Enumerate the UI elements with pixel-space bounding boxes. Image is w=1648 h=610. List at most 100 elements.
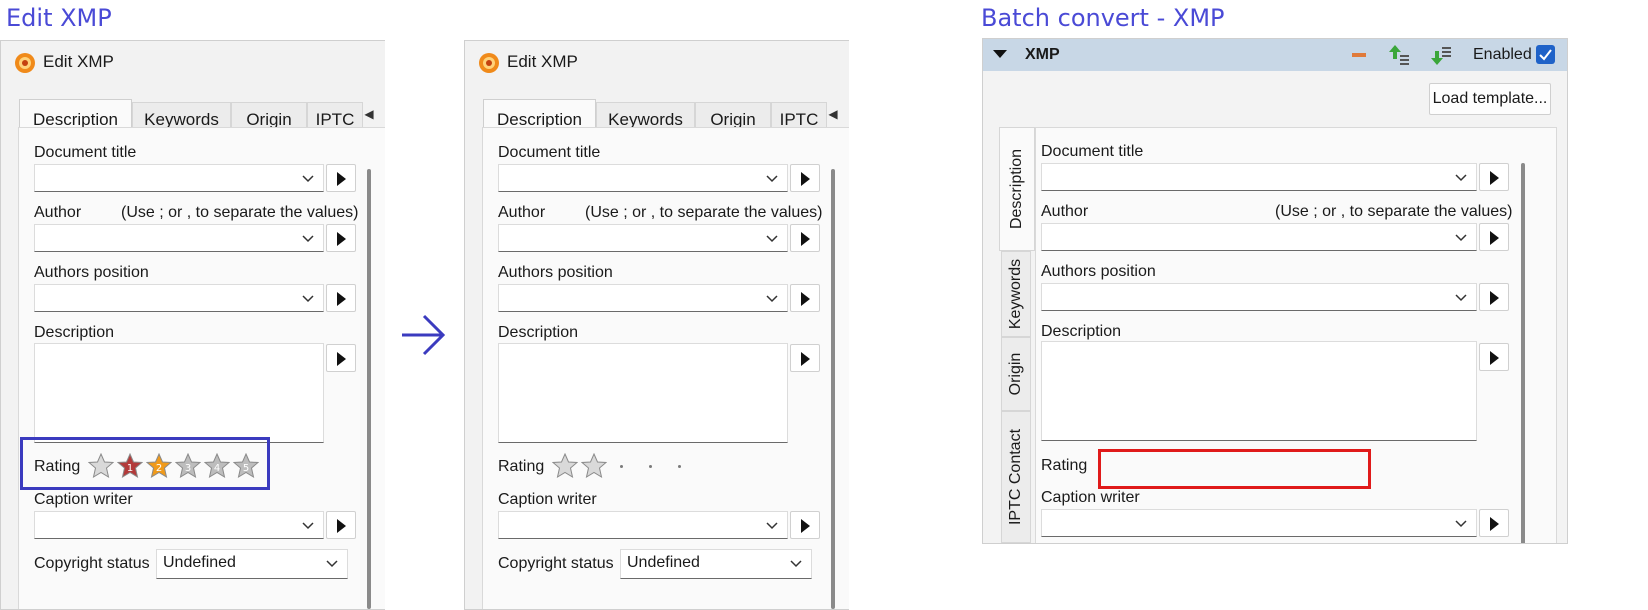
- authors-position-insert-button[interactable]: [1479, 283, 1509, 311]
- rating-label: Rating: [1041, 457, 1088, 474]
- author-combo[interactable]: [498, 224, 788, 252]
- load-template-button[interactable]: Load template...: [1429, 83, 1551, 115]
- caption-writer-combo[interactable]: [498, 511, 788, 539]
- rating-empty-dot[interactable]: [678, 465, 681, 468]
- authors-position-label: Authors position: [34, 264, 149, 281]
- document-title-combo[interactable]: [34, 164, 324, 192]
- rating-empty-dot[interactable]: [620, 465, 623, 468]
- chevron-down-icon: [1455, 294, 1467, 302]
- play-icon: [1490, 231, 1499, 245]
- authors-position-combo[interactable]: [498, 284, 788, 312]
- edit-xmp-window-after: Edit XMP Description Keywords Origin IPT…: [464, 40, 849, 610]
- author-label: Author: [498, 204, 546, 221]
- titlebar: Edit XMP: [1, 41, 385, 83]
- document-title-label: Document title: [34, 144, 137, 161]
- play-icon: [801, 519, 810, 533]
- enabled-checkbox[interactable]: [1536, 45, 1555, 64]
- rating-empty-dot[interactable]: [649, 465, 652, 468]
- copyright-status-select[interactable]: Undefined: [620, 549, 812, 579]
- caption-writer-label: Caption writer: [1041, 489, 1140, 506]
- rating-highlight-box: [20, 437, 270, 490]
- document-title-combo[interactable]: [498, 164, 788, 192]
- caption-writer-insert-button[interactable]: [790, 511, 820, 539]
- move-up-icon[interactable]: [1387, 43, 1411, 67]
- description-insert-button[interactable]: [1479, 343, 1509, 371]
- copyright-status-select[interactable]: Undefined: [156, 549, 348, 579]
- copyright-status-value: Undefined: [163, 554, 236, 571]
- tab-scroll-left-button[interactable]: ◀: [826, 101, 840, 127]
- author-hint: (Use ; or , to separate the values): [121, 204, 359, 221]
- authors-position-insert-button[interactable]: [326, 284, 356, 312]
- copyright-status-value: Undefined: [627, 554, 700, 571]
- author-insert-button[interactable]: [790, 224, 820, 252]
- xnview-app-icon: [15, 53, 35, 73]
- document-title-insert-button[interactable]: [326, 164, 356, 192]
- vertical-scrollbar[interactable]: [831, 169, 835, 609]
- author-combo[interactable]: [1041, 223, 1477, 251]
- chevron-down-icon: [326, 560, 338, 568]
- vertical-scrollbar[interactable]: [1521, 163, 1525, 543]
- chevron-down-icon: [766, 295, 778, 303]
- vtab-iptc-contact-label: IPTC Contact: [1007, 428, 1024, 526]
- checkmark-icon: [1539, 49, 1552, 61]
- play-icon: [337, 232, 346, 246]
- description-textarea[interactable]: [34, 343, 324, 443]
- description-textarea[interactable]: [498, 343, 788, 443]
- play-icon: [801, 172, 810, 186]
- authors-position-label: Authors position: [1041, 263, 1156, 280]
- author-combo[interactable]: [34, 224, 324, 252]
- titlebar: Edit XMP: [465, 41, 849, 83]
- authors-position-insert-button[interactable]: [790, 284, 820, 312]
- caption-writer-insert-button[interactable]: [1479, 509, 1509, 537]
- vertical-scrollbar[interactable]: [367, 169, 371, 609]
- caption-writer-insert-button[interactable]: [326, 511, 356, 539]
- caption-writer-combo[interactable]: [1041, 509, 1477, 537]
- document-title-label: Document title: [498, 144, 601, 161]
- play-icon: [1490, 351, 1499, 365]
- vtab-iptc-contact[interactable]: IPTC Contact: [1001, 411, 1031, 543]
- description-label: Description: [498, 324, 579, 341]
- chevron-down-icon: [302, 522, 314, 530]
- author-insert-button[interactable]: [326, 224, 356, 252]
- rating-star[interactable]: [580, 452, 608, 479]
- description-insert-button[interactable]: [790, 344, 820, 372]
- document-title-insert-button[interactable]: [1479, 163, 1509, 191]
- chevron-down-icon: [1455, 234, 1467, 242]
- authors-position-label: Authors position: [498, 264, 613, 281]
- rating-star[interactable]: [551, 452, 579, 479]
- play-icon: [337, 292, 346, 306]
- play-icon: [337, 172, 346, 186]
- document-title-label: Document title: [1041, 143, 1144, 160]
- move-down-icon[interactable]: [1429, 43, 1453, 67]
- play-icon: [337, 352, 346, 366]
- rating-label: Rating: [498, 458, 545, 475]
- remove-icon[interactable]: [1347, 43, 1371, 67]
- window-title: Edit XMP: [507, 52, 578, 71]
- vtab-origin[interactable]: Origin: [1001, 337, 1031, 411]
- play-icon: [801, 292, 810, 306]
- caption-writer-label: Caption writer: [498, 491, 597, 508]
- vtab-description[interactable]: Description: [999, 127, 1035, 251]
- author-insert-button[interactable]: [1479, 223, 1509, 251]
- description-textarea[interactable]: [1041, 341, 1477, 441]
- chevron-down-icon: [766, 175, 778, 183]
- authors-position-combo[interactable]: [34, 284, 324, 312]
- chevron-down-icon: [302, 235, 314, 243]
- vtab-keywords[interactable]: Keywords: [1001, 251, 1031, 337]
- document-title-insert-button[interactable]: [790, 164, 820, 192]
- chevron-down-icon: [1455, 174, 1467, 182]
- description-label: Description: [1041, 323, 1122, 340]
- document-title-combo[interactable]: [1041, 163, 1477, 191]
- authors-position-combo[interactable]: [1041, 283, 1477, 311]
- play-icon: [801, 232, 810, 246]
- vtab-origin-label: Origin: [1007, 352, 1024, 396]
- description-insert-button[interactable]: [326, 344, 356, 372]
- xnview-app-icon: [479, 53, 499, 73]
- tab-scroll-left-button[interactable]: ◀: [362, 101, 376, 127]
- author-hint: (Use ; or , to separate the values): [585, 204, 823, 221]
- arrow-right-icon: [402, 314, 446, 356]
- batch-convert-heading: Batch convert - XMP: [981, 4, 1225, 32]
- chevron-down-icon: [766, 522, 778, 530]
- collapse-triangle-icon[interactable]: [993, 50, 1007, 58]
- caption-writer-combo[interactable]: [34, 511, 324, 539]
